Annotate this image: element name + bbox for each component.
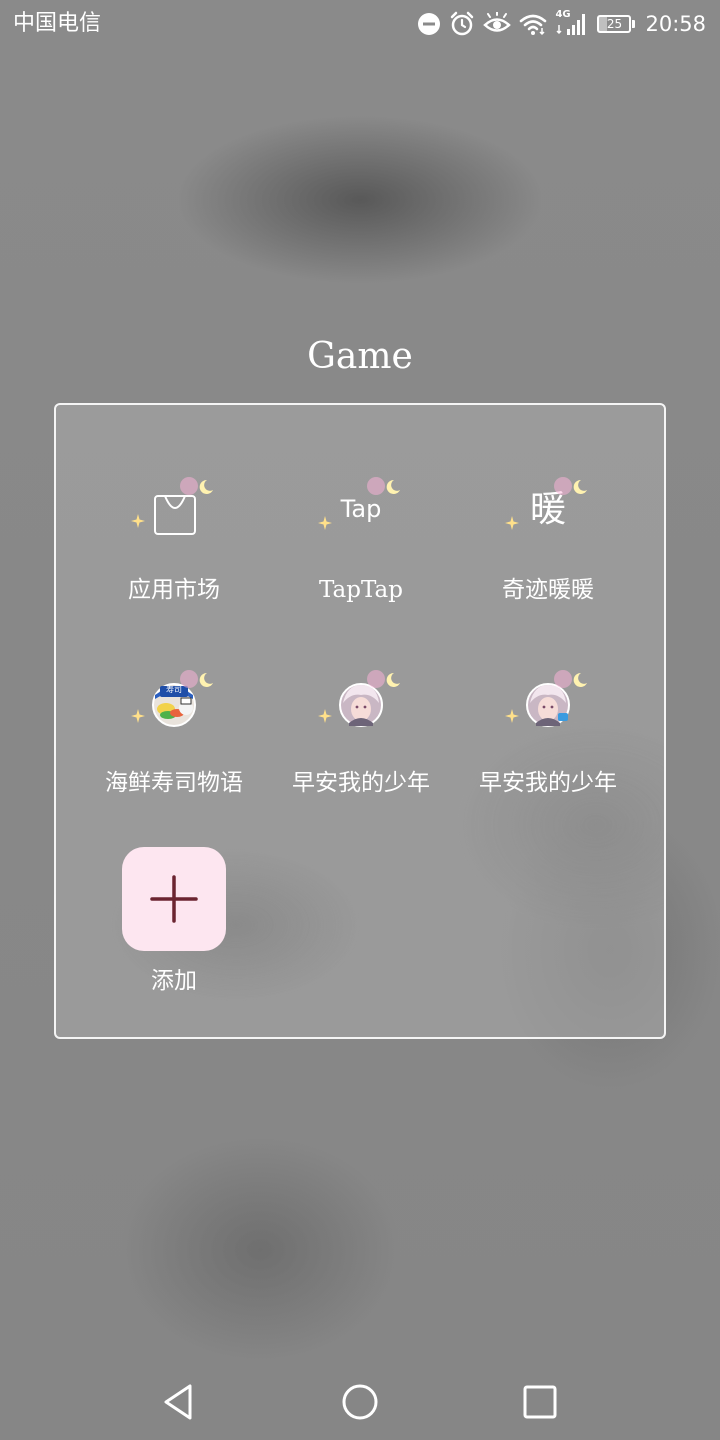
- app-app-market[interactable]: 应用市场: [81, 477, 267, 640]
- battery-icon: 25: [597, 15, 636, 33]
- home-icon: [342, 1384, 378, 1420]
- navigation-bar: [0, 1360, 720, 1440]
- app-label: 应用市场: [128, 577, 220, 603]
- sparkle-decoration: [367, 670, 400, 688]
- star-decoration: [318, 709, 332, 723]
- star-decoration: [505, 709, 519, 723]
- back-button[interactable]: [152, 1374, 208, 1430]
- star-decoration: [131, 709, 145, 723]
- carrier-name: 中国电信: [13, 11, 102, 36]
- star-decoration: [131, 514, 145, 528]
- status-bar: 中国电信 4G 25 20:58: [0, 0, 720, 50]
- folder-panel: 应用市场 Tap TapTap 暖 奇迹暖暖 寿司 海鲜寿司物语 早安我的少年 …: [54, 403, 666, 1039]
- app-label: 早安我的少年: [292, 770, 430, 796]
- sparkle-decoration: [367, 477, 400, 495]
- wifi-icon: [519, 12, 547, 36]
- sparkle-decoration: [554, 477, 587, 495]
- clock: 20:58: [645, 12, 706, 36]
- app-sushi[interactable]: 寿司 海鲜寿司物语: [81, 670, 267, 833]
- sparkle-decoration: [180, 670, 213, 688]
- app-label: TapTap: [319, 577, 403, 603]
- app-label: 早安我的少年: [479, 770, 617, 796]
- recents-button[interactable]: [512, 1374, 568, 1430]
- add-app-button[interactable]: [122, 847, 226, 951]
- add-app-label: 添加: [151, 968, 197, 994]
- sparkle-decoration: [554, 670, 587, 688]
- home-button[interactable]: [332, 1374, 388, 1430]
- plus-icon: [150, 875, 198, 923]
- do-not-disturb-icon: [417, 12, 441, 36]
- app-good-morning-boy-1[interactable]: 早安我的少年: [268, 670, 454, 833]
- signal-icon: 4G: [555, 9, 589, 37]
- status-icons: 4G 25 20:58: [417, 9, 706, 38]
- alarm-icon: [449, 11, 475, 37]
- app-label: 奇迹暖暖: [502, 577, 594, 603]
- back-icon: [164, 1384, 192, 1420]
- recents-icon: [523, 1385, 557, 1419]
- app-nikki[interactable]: 暖 奇迹暖暖: [455, 477, 641, 640]
- app-good-morning-boy-2[interactable]: 早安我的少年: [455, 670, 641, 833]
- star-decoration: [318, 516, 332, 530]
- battery-level: 25: [606, 17, 623, 31]
- eye-comfort-icon: [483, 12, 512, 36]
- folder-title[interactable]: Game: [0, 332, 720, 382]
- sparkle-decoration: [180, 477, 213, 495]
- app-taptap[interactable]: Tap TapTap: [268, 477, 454, 640]
- app-label: 海鲜寿司物语: [105, 770, 243, 796]
- star-decoration: [505, 516, 519, 530]
